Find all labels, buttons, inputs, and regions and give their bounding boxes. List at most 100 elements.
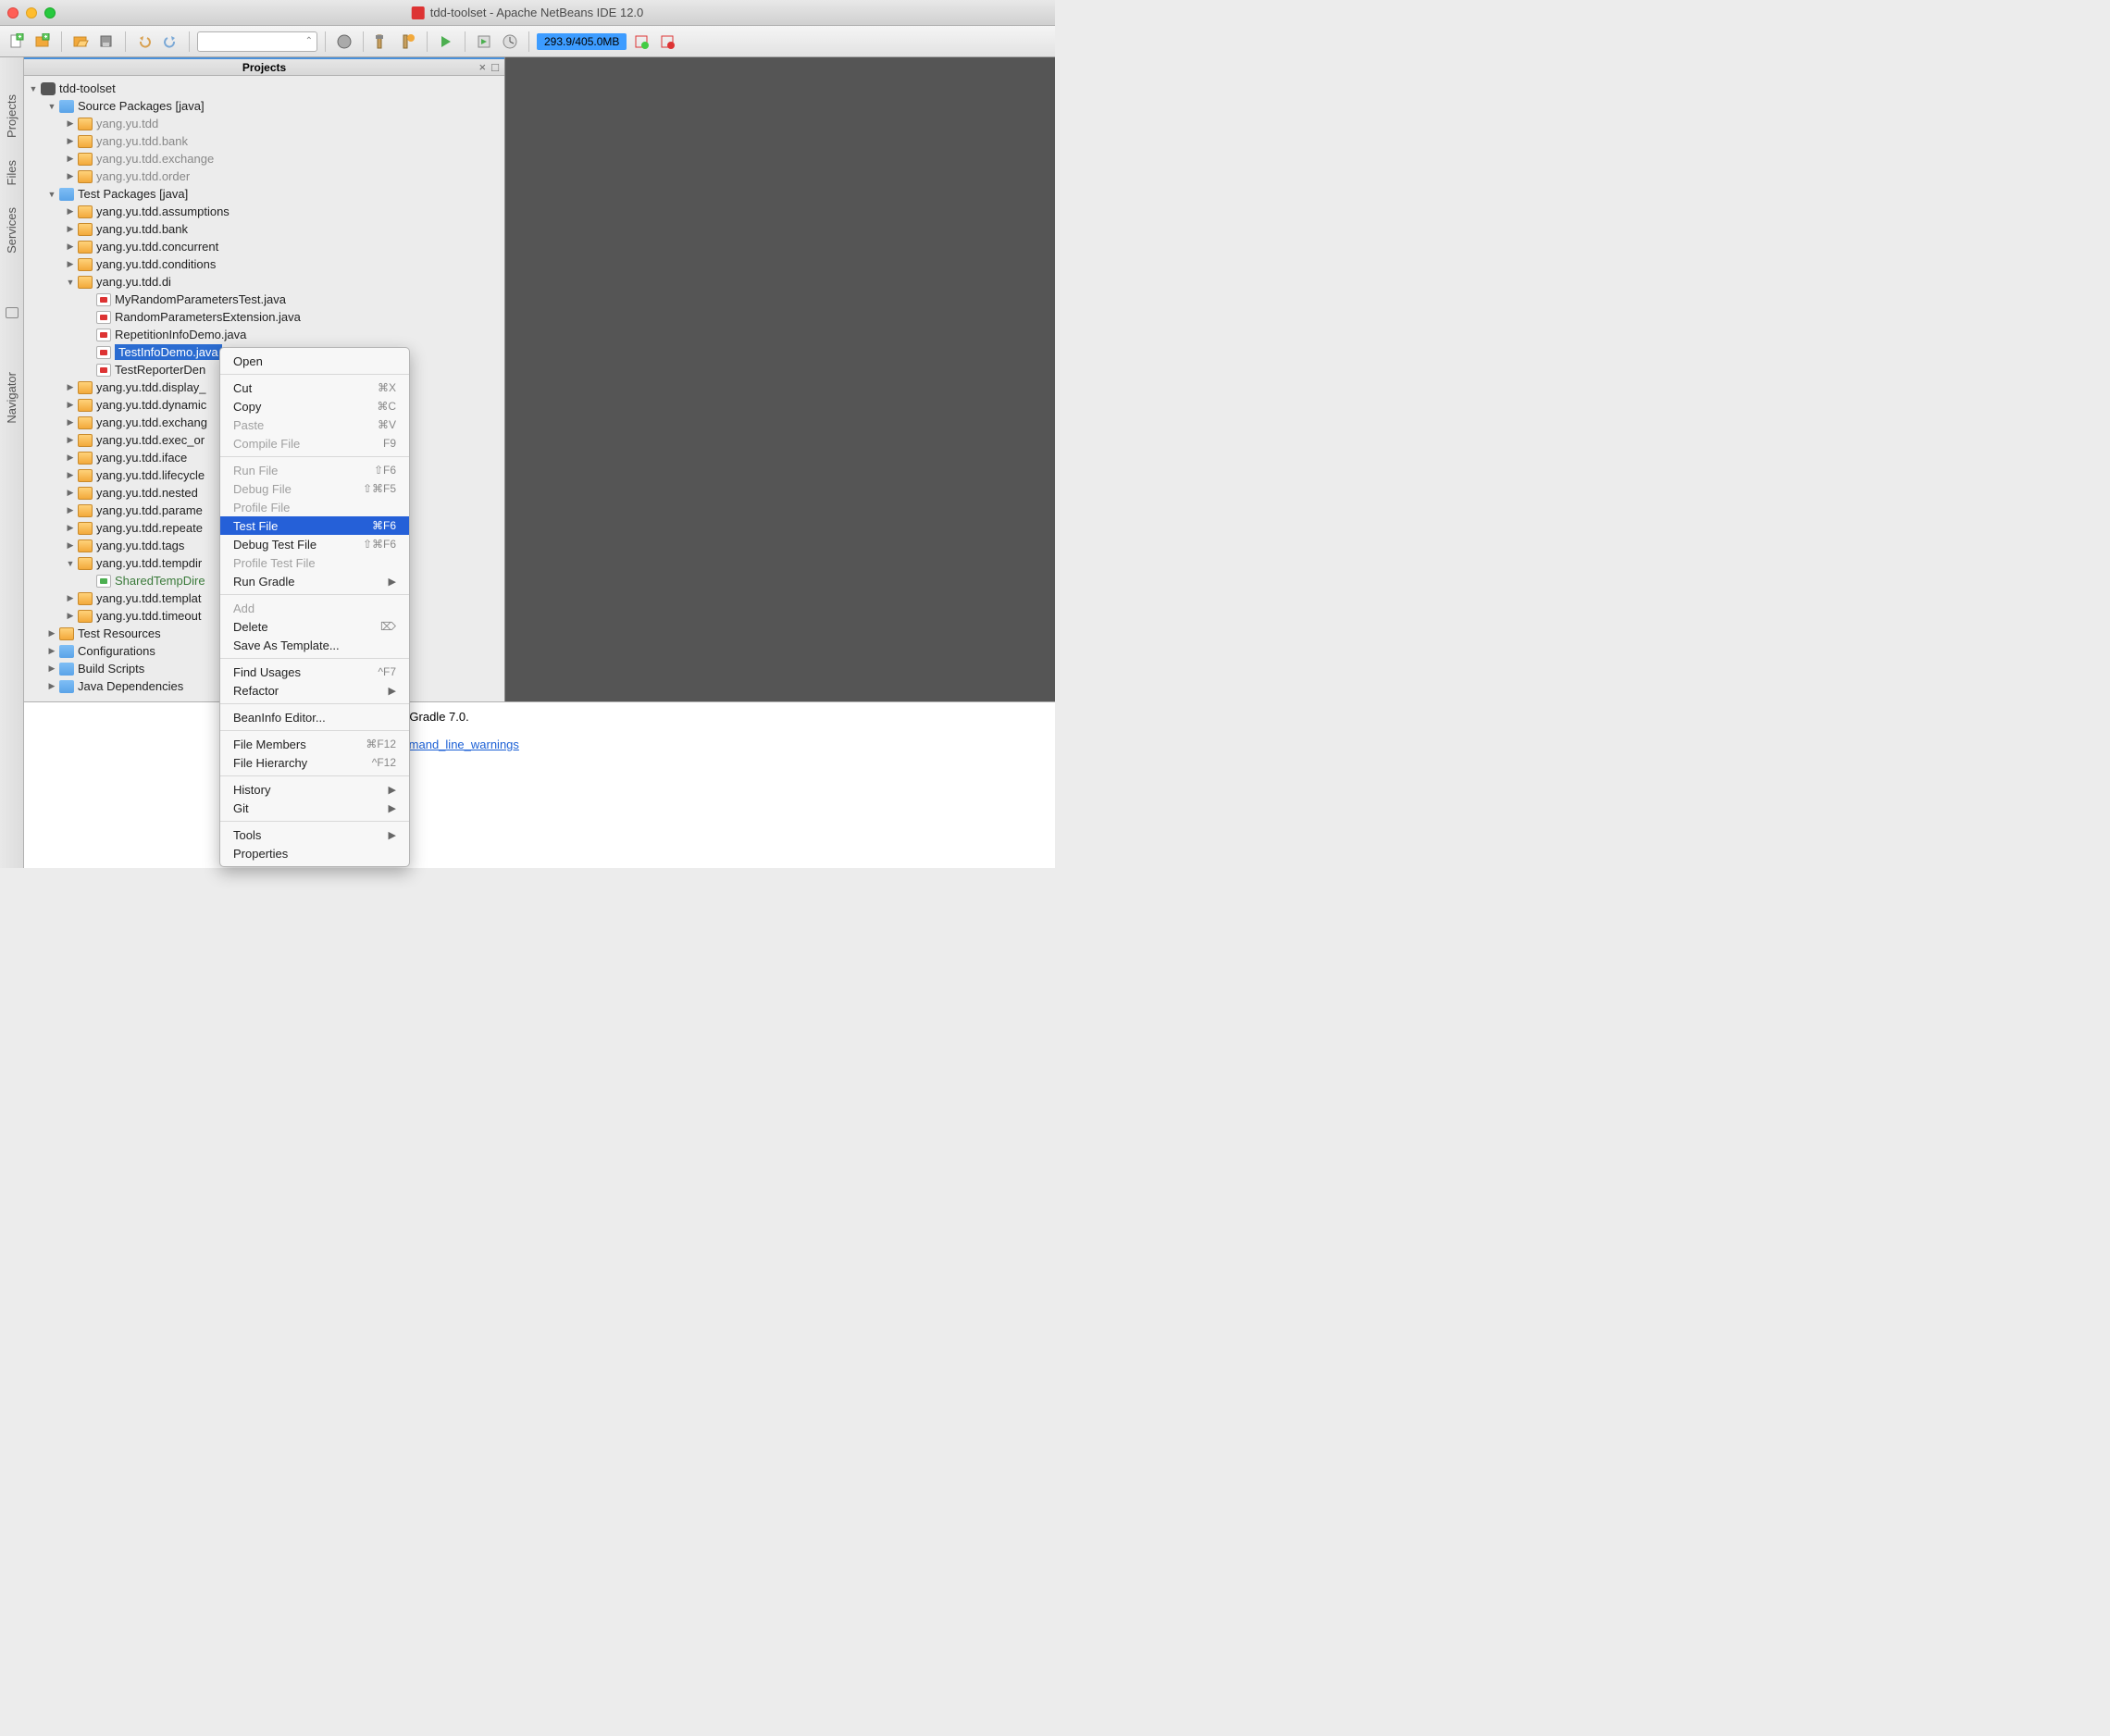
package-node[interactable]: yang.yu.tdd.bank: [24, 220, 504, 238]
sidebar-tab-services[interactable]: Services: [5, 207, 19, 254]
disclosure-arrow[interactable]: [46, 646, 57, 657]
package-node[interactable]: yang.yu.tdd.conditions: [24, 255, 504, 273]
redo-button[interactable]: [159, 31, 181, 53]
file-node[interactable]: MyRandomParametersTest.java: [24, 291, 504, 308]
package-node[interactable]: yang.yu.tdd: [24, 115, 504, 132]
test-packages-node[interactable]: Test Packages [java]: [24, 185, 504, 203]
menu-item-cut[interactable]: Cut⌘X: [220, 378, 409, 397]
run-button[interactable]: [435, 31, 457, 53]
globe-icon[interactable]: [333, 31, 355, 53]
menu-item-properties[interactable]: Properties: [220, 844, 409, 862]
disclosure-arrow[interactable]: [83, 312, 94, 323]
sidebar-tab-navigator[interactable]: Navigator: [5, 372, 19, 424]
profile-button[interactable]: [499, 31, 521, 53]
disclosure-arrow[interactable]: [65, 505, 76, 516]
clean-build-button[interactable]: [397, 31, 419, 53]
menu-item-copy[interactable]: Copy⌘C: [220, 397, 409, 415]
package-node[interactable]: yang.yu.tdd.concurrent: [24, 238, 504, 255]
build-button[interactable]: [371, 31, 393, 53]
disclosure-arrow[interactable]: [65, 382, 76, 393]
menu-item-test-file[interactable]: Test File⌘F6: [220, 516, 409, 535]
disclosure-arrow[interactable]: [65, 118, 76, 130]
menu-item-git[interactable]: Git▶: [220, 799, 409, 817]
disclosure-arrow[interactable]: [65, 453, 76, 464]
disclosure-arrow[interactable]: [65, 224, 76, 235]
file-node[interactable]: RepetitionInfoDemo.java: [24, 326, 504, 343]
disclosure-arrow[interactable]: [65, 470, 76, 481]
disclosure-arrow[interactable]: [65, 523, 76, 534]
disclosure-arrow[interactable]: [65, 558, 76, 569]
panel-dock-button[interactable]: □: [491, 60, 499, 74]
menu-item-refactor[interactable]: Refactor▶: [220, 681, 409, 700]
disclosure-arrow[interactable]: [65, 136, 76, 147]
disclosure-arrow[interactable]: [46, 101, 57, 112]
disclosure-arrow[interactable]: [46, 189, 57, 200]
sidebar-tab-projects[interactable]: Projects: [5, 94, 19, 138]
menu-item-file-members[interactable]: File Members⌘F12: [220, 735, 409, 753]
disclosure-arrow[interactable]: [65, 154, 76, 165]
file-node[interactable]: RandomParametersExtension.java: [24, 308, 504, 326]
tree-label: Configurations: [78, 644, 155, 658]
tree-label: yang.yu.tdd.timeout: [96, 609, 201, 623]
disclosure-arrow[interactable]: [83, 294, 94, 305]
menu-item-open[interactable]: Open: [220, 352, 409, 370]
config-combo[interactable]: ⌃: [197, 31, 317, 52]
disclosure-arrow[interactable]: [65, 435, 76, 446]
disclosure-arrow[interactable]: [83, 329, 94, 341]
sidebar-tab-files[interactable]: Files: [5, 160, 19, 185]
undo-button[interactable]: [133, 31, 155, 53]
package-node[interactable]: yang.yu.tdd.bank: [24, 132, 504, 150]
open-project-button[interactable]: [69, 31, 92, 53]
gc2-icon[interactable]: [656, 31, 678, 53]
menu-item-tools[interactable]: Tools▶: [220, 825, 409, 844]
disclosure-arrow[interactable]: [65, 611, 76, 622]
save-all-button[interactable]: [95, 31, 118, 53]
disclosure-arrow[interactable]: [65, 242, 76, 253]
disclosure-arrow[interactable]: [65, 171, 76, 182]
project-node[interactable]: tdd-toolset: [24, 80, 504, 97]
disclosure-arrow[interactable]: [46, 681, 57, 692]
menu-item-delete[interactable]: Delete⌦: [220, 617, 409, 636]
menu-item-label: Open: [233, 354, 263, 368]
package-node[interactable]: yang.yu.tdd.exchange: [24, 150, 504, 167]
disclosure-arrow[interactable]: [65, 540, 76, 552]
menu-item-save-as-template[interactable]: Save As Template...: [220, 636, 409, 654]
disclosure-arrow[interactable]: [46, 663, 57, 675]
disclosure-arrow[interactable]: [65, 593, 76, 604]
minimize-window-button[interactable]: [26, 7, 37, 19]
menu-item-history[interactable]: History▶: [220, 780, 409, 799]
menu-item-find-usages[interactable]: Find Usages^F7: [220, 663, 409, 681]
debug-button[interactable]: [473, 31, 495, 53]
disclosure-arrow[interactable]: [65, 488, 76, 499]
package-node[interactable]: yang.yu.tdd.assumptions: [24, 203, 504, 220]
tree-icon: [96, 329, 111, 341]
package-node[interactable]: yang.yu.tdd.order: [24, 167, 504, 185]
package-node-expanded[interactable]: yang.yu.tdd.di: [24, 273, 504, 291]
disclosure-arrow[interactable]: [83, 365, 94, 376]
menu-item-label: History: [233, 783, 270, 797]
gc-icon[interactable]: [630, 31, 652, 53]
disclosure-arrow[interactable]: [46, 628, 57, 639]
maximize-window-button[interactable]: [44, 7, 56, 19]
disclosure-arrow[interactable]: [65, 417, 76, 428]
disclosure-arrow[interactable]: [65, 400, 76, 411]
disclosure-arrow[interactable]: [83, 347, 94, 358]
new-project-button[interactable]: [31, 31, 54, 53]
disclosure-arrow[interactable]: [28, 83, 39, 94]
disclosure-arrow[interactable]: [65, 206, 76, 217]
sidebar-dock-button[interactable]: [6, 307, 19, 318]
menu-item-debug-test-file[interactable]: Debug Test File⇧⌘F6: [220, 535, 409, 553]
disclosure-arrow[interactable]: [65, 259, 76, 270]
close-window-button[interactable]: [7, 7, 19, 19]
source-packages-node[interactable]: Source Packages [java]: [24, 97, 504, 115]
menu-item-beaninfo-editor[interactable]: BeanInfo Editor...: [220, 708, 409, 726]
submenu-arrow-icon: ▶: [389, 802, 396, 814]
menu-item-file-hierarchy[interactable]: File Hierarchy^F12: [220, 753, 409, 772]
disclosure-arrow[interactable]: [83, 576, 94, 587]
menu-item-run-gradle[interactable]: Run Gradle▶: [220, 572, 409, 590]
disclosure-arrow[interactable]: [65, 277, 76, 288]
new-file-button[interactable]: [6, 31, 28, 53]
memory-indicator[interactable]: 293.9/405.0MB: [537, 33, 627, 50]
panel-close-button[interactable]: ×: [479, 60, 487, 74]
menu-item-label: Copy: [233, 400, 261, 414]
